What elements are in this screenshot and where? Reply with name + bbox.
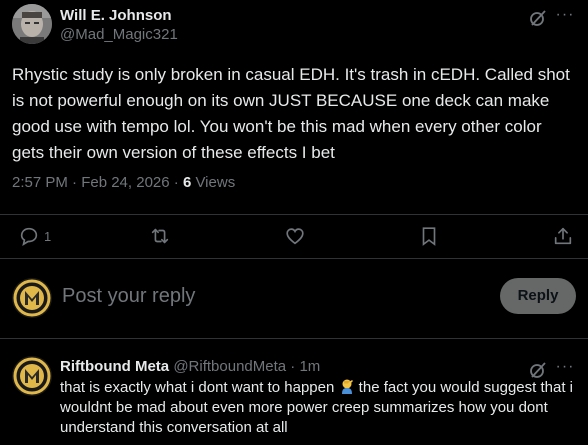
timestamp[interactable]: 2:57 PM · Feb 24, 2026 · xyxy=(12,174,183,191)
reply-text: that is exactly what i dont want to happ… xyxy=(60,378,573,436)
like-action[interactable] xyxy=(284,224,306,248)
reply-action[interactable]: 1 xyxy=(18,224,51,248)
reply-composer: Post your reply Reply xyxy=(0,272,588,322)
share-icon xyxy=(554,227,572,245)
avatar[interactable] xyxy=(12,356,52,396)
action-bar: 1 xyxy=(0,216,588,256)
divider xyxy=(0,214,588,215)
grok-icon[interactable] xyxy=(528,360,548,380)
reply-author-name[interactable]: Riftbound Meta xyxy=(60,358,169,375)
divider xyxy=(0,338,588,339)
bookmark-icon xyxy=(422,227,436,246)
facepalm-emoji-icon xyxy=(339,378,355,394)
like-icon xyxy=(286,228,304,245)
author-name[interactable]: Will E. Johnson xyxy=(60,7,178,25)
reply-header: Riftbound Meta @RiftboundMeta · 1m xyxy=(60,358,320,376)
riftbound-logo-icon[interactable] xyxy=(12,278,52,318)
author-handle[interactable]: @Mad_Magic321 xyxy=(60,25,178,44)
reply-button[interactable]: Reply xyxy=(500,278,576,314)
reply-handle-time[interactable]: @RiftboundMeta · 1m xyxy=(169,358,320,375)
reply-icon xyxy=(20,227,38,246)
more-options-icon[interactable]: ··· xyxy=(554,6,576,28)
divider xyxy=(0,258,588,259)
share-action[interactable] xyxy=(552,224,574,248)
more-options-icon[interactable]: ··· xyxy=(554,358,576,380)
views-label: Views xyxy=(191,174,236,191)
tweet-meta: 2:57 PM · Feb 24, 2026 · 6 Views xyxy=(12,174,235,191)
tweet-header: Will E. Johnson @Mad_Magic321 ··· xyxy=(12,4,576,48)
grok-icon[interactable] xyxy=(528,8,548,28)
tweet-text: Rhystic study is only broken in casual E… xyxy=(12,65,575,162)
reply-count: 1 xyxy=(44,228,52,244)
reply-tweet[interactable]: Riftbound Meta @RiftboundMeta · 1m ··· t… xyxy=(0,352,588,445)
retweet-icon xyxy=(151,228,169,244)
avatar[interactable] xyxy=(12,4,52,44)
bookmark-action[interactable] xyxy=(418,224,440,248)
retweet-action[interactable] xyxy=(149,224,171,248)
reply-input[interactable]: Post your reply xyxy=(62,285,195,308)
